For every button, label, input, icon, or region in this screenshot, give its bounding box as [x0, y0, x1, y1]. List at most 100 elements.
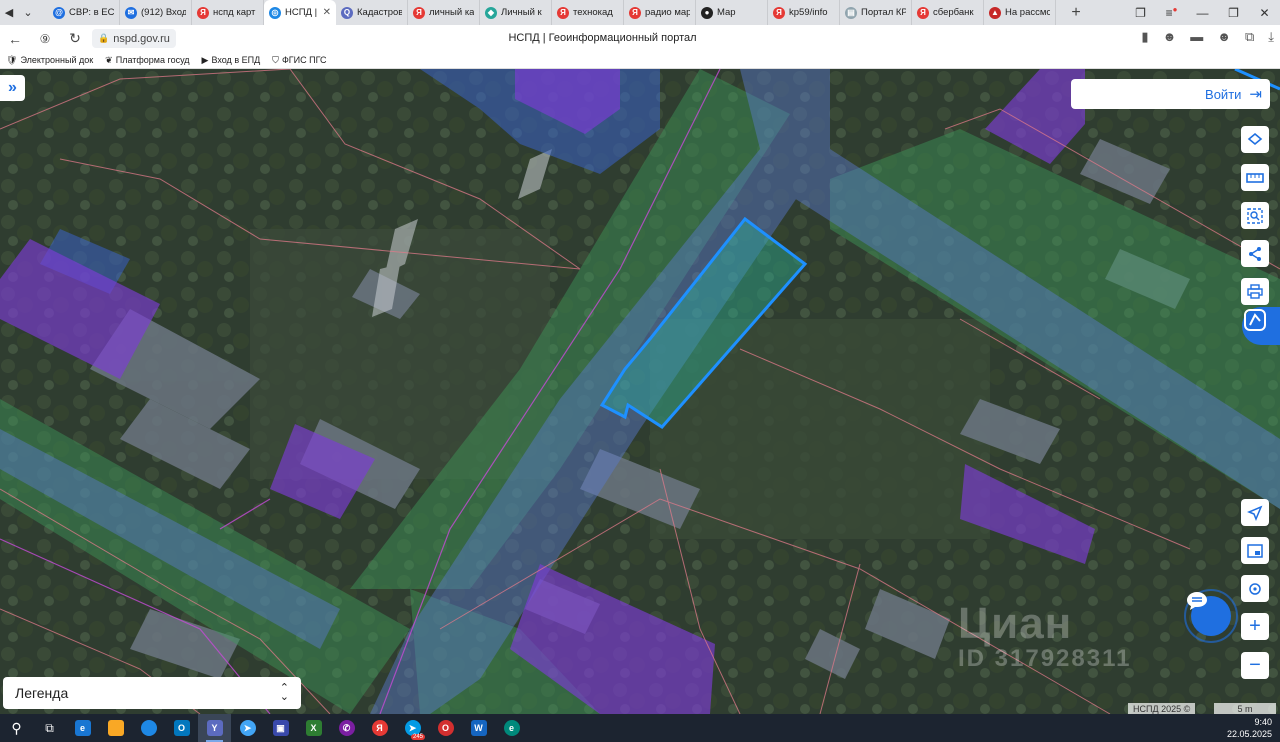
- clock-date: 22.05.2025: [1226, 729, 1272, 739]
- yandex-browser-icon[interactable]: Y: [198, 714, 231, 742]
- browser-tab[interactable]: @ СВР: в ЕС: [48, 0, 120, 25]
- double-chevron-right-icon: »: [8, 79, 17, 96]
- browser-tab[interactable]: Ярадио мар: [624, 0, 696, 25]
- close-tab-icon[interactable]: ✕: [323, 7, 331, 18]
- tab-title: Портал КР: [861, 7, 906, 18]
- plus-icon: +: [1249, 615, 1261, 637]
- browser-tab[interactable]: ▤ Портал КР: [840, 0, 912, 25]
- extension-icon[interactable]: ☻: [1163, 29, 1177, 45]
- collections-icon[interactable]: ⧉: [1245, 29, 1254, 45]
- location-target-button[interactable]: [1241, 575, 1269, 602]
- edge-legacy-icon[interactable]: e: [66, 714, 99, 742]
- save-disk-icon[interactable]: ▣: [264, 714, 297, 742]
- downloads-icon[interactable]: ⤓: [1268, 29, 1274, 45]
- bookmark-item[interactable]: ❦ Платформа госуд: [105, 55, 189, 66]
- share-icon: [1249, 246, 1261, 261]
- clock-time: 9:40: [1254, 717, 1272, 727]
- watermark-id: ID 317928311: [958, 645, 1132, 672]
- watermark: Циан ID 317928311: [958, 599, 1131, 673]
- print-button[interactable]: [1241, 278, 1269, 305]
- bookmark-favicon-icon: ⛉: [272, 54, 279, 65]
- tab-favicon-icon: @: [53, 6, 65, 19]
- tab-favicon-icon: ◆: [485, 6, 497, 19]
- edge-icon[interactable]: e: [495, 714, 528, 742]
- reload-icon[interactable]: ↻: [60, 30, 90, 47]
- minimize-icon[interactable]: —: [1187, 6, 1218, 20]
- outlook-icon[interactable]: O: [165, 714, 198, 742]
- url-field[interactable]: 🔒 nspd.gov.ru: [92, 29, 176, 48]
- bookmark-item[interactable]: ▶ Вход в ЕПД: [202, 55, 261, 66]
- bookmark-icon[interactable]: ▮: [1141, 29, 1148, 45]
- extension-alice-icon[interactable]: ☻: [1217, 29, 1231, 45]
- messenger-icon[interactable]: ➤: [231, 714, 264, 742]
- browser-tab[interactable]: Ясбербанк: [912, 0, 984, 25]
- close-window-icon[interactable]: ✕: [1249, 6, 1280, 20]
- login-button[interactable]: Войти ⇥: [1071, 79, 1270, 109]
- tab-title: радио мар: [645, 7, 690, 18]
- system-clock[interactable]: 9:40 22.05.2025: [1227, 716, 1272, 740]
- word-icon[interactable]: W: [462, 714, 495, 742]
- tab-favicon-icon: ✉: [125, 6, 137, 19]
- area-search-icon: [1247, 207, 1263, 224]
- opera-icon[interactable]: O: [429, 714, 462, 742]
- tab-favicon-icon: Q: [341, 6, 353, 19]
- minimap-icon: [1247, 543, 1263, 558]
- browser-tab[interactable]: ✉ (912) Вход: [120, 0, 192, 25]
- layers-button[interactable]: [1241, 126, 1269, 153]
- tab-title: kp59/info: [789, 7, 828, 18]
- browser-tab[interactable]: Янспд карт: [192, 0, 264, 25]
- search-icon[interactable]: ⚲: [0, 714, 33, 742]
- browser-icon[interactable]: [132, 714, 165, 742]
- tab-actions-icon[interactable]: ◀: [0, 0, 18, 25]
- browser-tab[interactable]: Q Кадастров: [336, 0, 408, 25]
- legend-dropdown[interactable]: Легенда ⌃ ⌄: [3, 677, 301, 709]
- expand-panel-button[interactable]: »: [0, 75, 25, 101]
- maximize-icon[interactable]: ❐: [1218, 6, 1249, 20]
- bookmark-item[interactable]: ⛉ ФГИС ПГС: [272, 55, 326, 66]
- zoom-in-button[interactable]: +: [1241, 613, 1269, 640]
- minimap-button[interactable]: [1241, 537, 1269, 564]
- address-bar: ← ⑨ ↻ 🔒 nspd.gov.ru НСПД | Геоинформацио…: [0, 25, 1280, 52]
- browser-tab[interactable]: ▲ На рассмо: [984, 0, 1056, 25]
- tab-title: личный ка: [429, 7, 474, 18]
- browser-tab[interactable]: Ятехнокад: [552, 0, 624, 25]
- watermark-brand: Циан: [958, 599, 1073, 648]
- assistant-button[interactable]: [1242, 307, 1280, 345]
- tab-title: нспд карт: [213, 7, 256, 18]
- tab-title: Кадастров: [357, 7, 402, 18]
- map-viewport[interactable]: » Войти ⇥ + − Циан ID 317928311 Легенда …: [0, 69, 1280, 714]
- scale-bar: 5 m: [1214, 703, 1276, 714]
- browser-tab[interactable]: ◎ НСПД | ✕: [264, 0, 336, 25]
- file-explorer-icon[interactable]: [99, 714, 132, 742]
- extension-hat-icon[interactable]: ▬: [1190, 29, 1203, 45]
- yandex-icon[interactable]: Я: [363, 714, 396, 742]
- browser-tab[interactable]: Яkp59/info: [768, 0, 840, 25]
- yandex-logo-icon[interactable]: ⑨: [30, 32, 60, 46]
- share-button[interactable]: [1241, 240, 1269, 267]
- excel-icon[interactable]: X: [297, 714, 330, 742]
- browser-tab[interactable]: Яличный ка: [408, 0, 480, 25]
- area-search-button[interactable]: [1241, 202, 1269, 229]
- measure-button[interactable]: [1241, 164, 1269, 191]
- back-arrow-icon[interactable]: ←: [0, 31, 30, 47]
- tab-favicon-icon: Я: [773, 6, 785, 19]
- login-icon: ⇥: [1249, 86, 1262, 103]
- chat-button[interactable]: [1184, 589, 1238, 643]
- task-view-icon[interactable]: ⧉: [33, 714, 66, 742]
- new-tab-plus-icon[interactable]: +: [1064, 1, 1088, 25]
- bookmark-item[interactable]: 🛡 Электронный док: [6, 55, 93, 66]
- telegram-icon[interactable]: ➤ 245: [396, 714, 429, 742]
- browser-tab[interactable]: ● Мар: [696, 0, 768, 25]
- location-target-icon: [1249, 582, 1261, 595]
- tabs-list-chevron-icon[interactable]: ⌄: [18, 0, 38, 25]
- zoom-out-button[interactable]: −: [1241, 652, 1269, 679]
- bookmark-label: ФГИС ПГС: [281, 55, 327, 65]
- tab-favicon-icon: ◎: [269, 6, 281, 19]
- browser-tab[interactable]: ◆ Личный к: [480, 0, 552, 25]
- bookmark-label: Платформа госуд: [115, 55, 190, 65]
- geolocation-button[interactable]: [1241, 499, 1269, 526]
- telegram-badge: 245: [410, 734, 425, 740]
- menu-icon[interactable]: ≡●: [1156, 5, 1187, 20]
- viber-icon[interactable]: ✆: [330, 714, 363, 742]
- tab-manager-icon[interactable]: ❐: [1125, 6, 1156, 20]
